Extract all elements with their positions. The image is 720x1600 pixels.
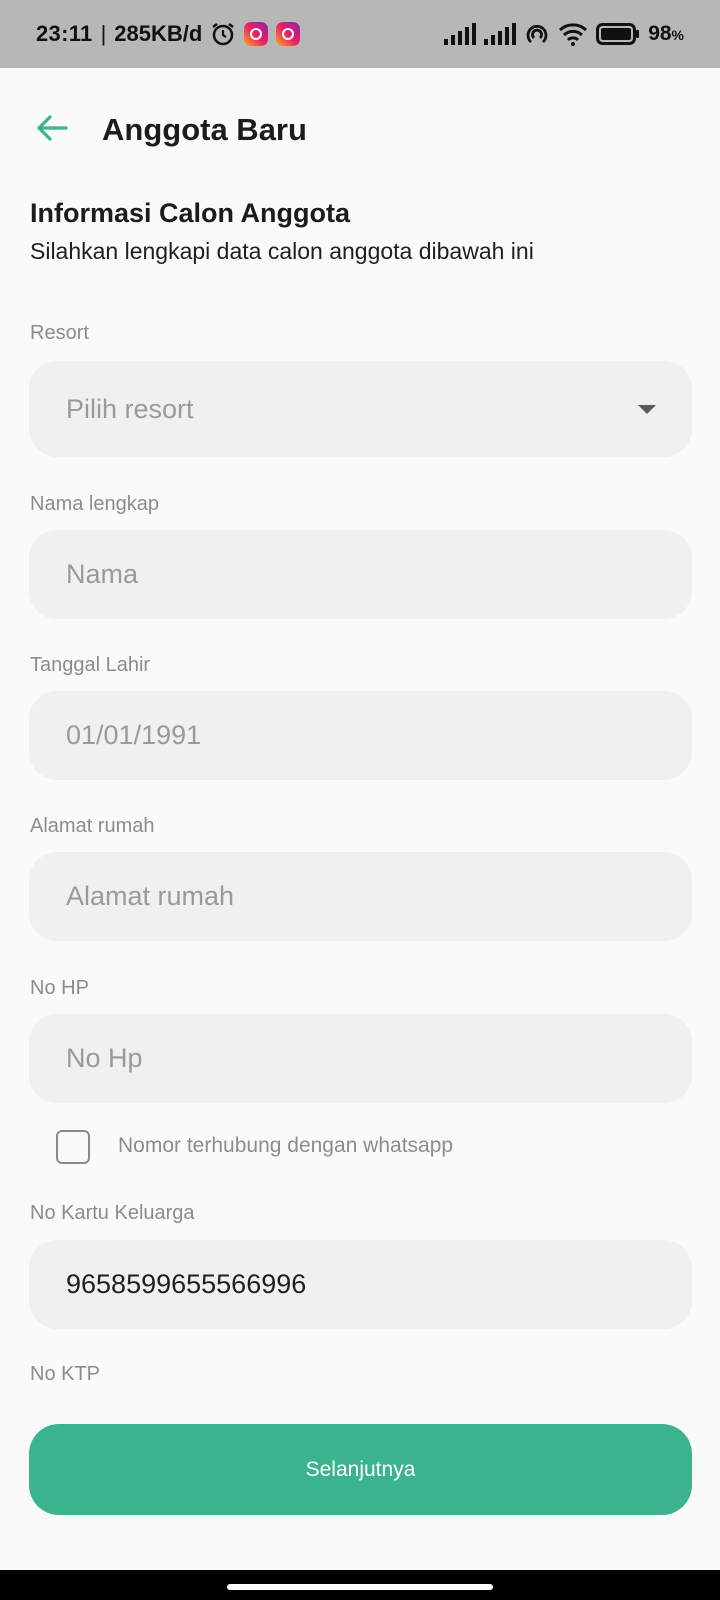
status-right: 98%	[444, 22, 684, 46]
arrow-left-icon	[36, 114, 68, 147]
nama-input[interactable]: Nama	[29, 530, 692, 619]
nama-placeholder: Nama	[66, 559, 139, 589]
no-hp-input[interactable]: No Hp	[29, 1014, 692, 1103]
next-button[interactable]: Selanjutnya	[29, 1424, 692, 1515]
no-hp-label: No HP	[30, 977, 89, 999]
no-hp-placeholder: No Hp	[66, 1043, 143, 1073]
alamat-label: Alamat rumah	[30, 815, 155, 837]
hotspot-icon	[524, 22, 550, 46]
no-ktp-label: No KTP	[30, 1363, 101, 1385]
page-title: Anggota Baru	[102, 112, 307, 147]
signal-icon	[444, 23, 477, 45]
caret-down-icon	[638, 405, 656, 414]
alamat-input[interactable]: Alamat rumah	[29, 852, 692, 941]
battery-level: 98%	[648, 22, 684, 45]
app-header: Anggota Baru	[0, 68, 720, 192]
signal-icon	[484, 23, 517, 45]
resort-dropdown[interactable]: Pilih resort	[29, 361, 692, 457]
no-kk-value: 9658599655566996	[66, 1269, 307, 1299]
nama-label: Nama lengkap	[30, 493, 159, 515]
status-left: 23:11 | 285KB/d	[36, 21, 301, 47]
resort-label: Resort	[30, 322, 89, 344]
whatsapp-checkbox-label: Nomor terhubung dengan whatsapp	[118, 1134, 454, 1157]
home-indicator[interactable]	[227, 1584, 493, 1590]
battery-icon	[596, 23, 640, 45]
section-subtitle: Silahkan lengkapi data calon anggota dib…	[30, 238, 534, 264]
no-kk-input[interactable]: 9658599655566996	[29, 1240, 692, 1329]
whatsapp-checkbox[interactable]	[56, 1130, 90, 1164]
back-button[interactable]	[32, 110, 72, 150]
wifi-icon	[558, 22, 588, 46]
resort-placeholder: Pilih resort	[66, 393, 194, 424]
alarm-icon	[210, 21, 236, 47]
no-kk-label: No Kartu Keluarga	[30, 1202, 195, 1224]
tanggal-lahir-placeholder: 01/01/1991	[66, 720, 202, 750]
instagram-icon	[276, 22, 301, 46]
tanggal-lahir-label: Tanggal Lahir	[30, 654, 151, 676]
status-bar: 23:11 | 285KB/d 98%	[0, 0, 720, 68]
status-time: 23:11	[36, 21, 93, 46]
alamat-placeholder: Alamat rumah	[66, 881, 235, 911]
network-speed: 285KB/d	[114, 21, 203, 46]
status-separator: |	[100, 21, 107, 46]
instagram-icon	[244, 22, 269, 46]
tanggal-lahir-input[interactable]: 01/01/1991	[29, 691, 692, 780]
section-title: Informasi Calon Anggota	[30, 198, 351, 228]
